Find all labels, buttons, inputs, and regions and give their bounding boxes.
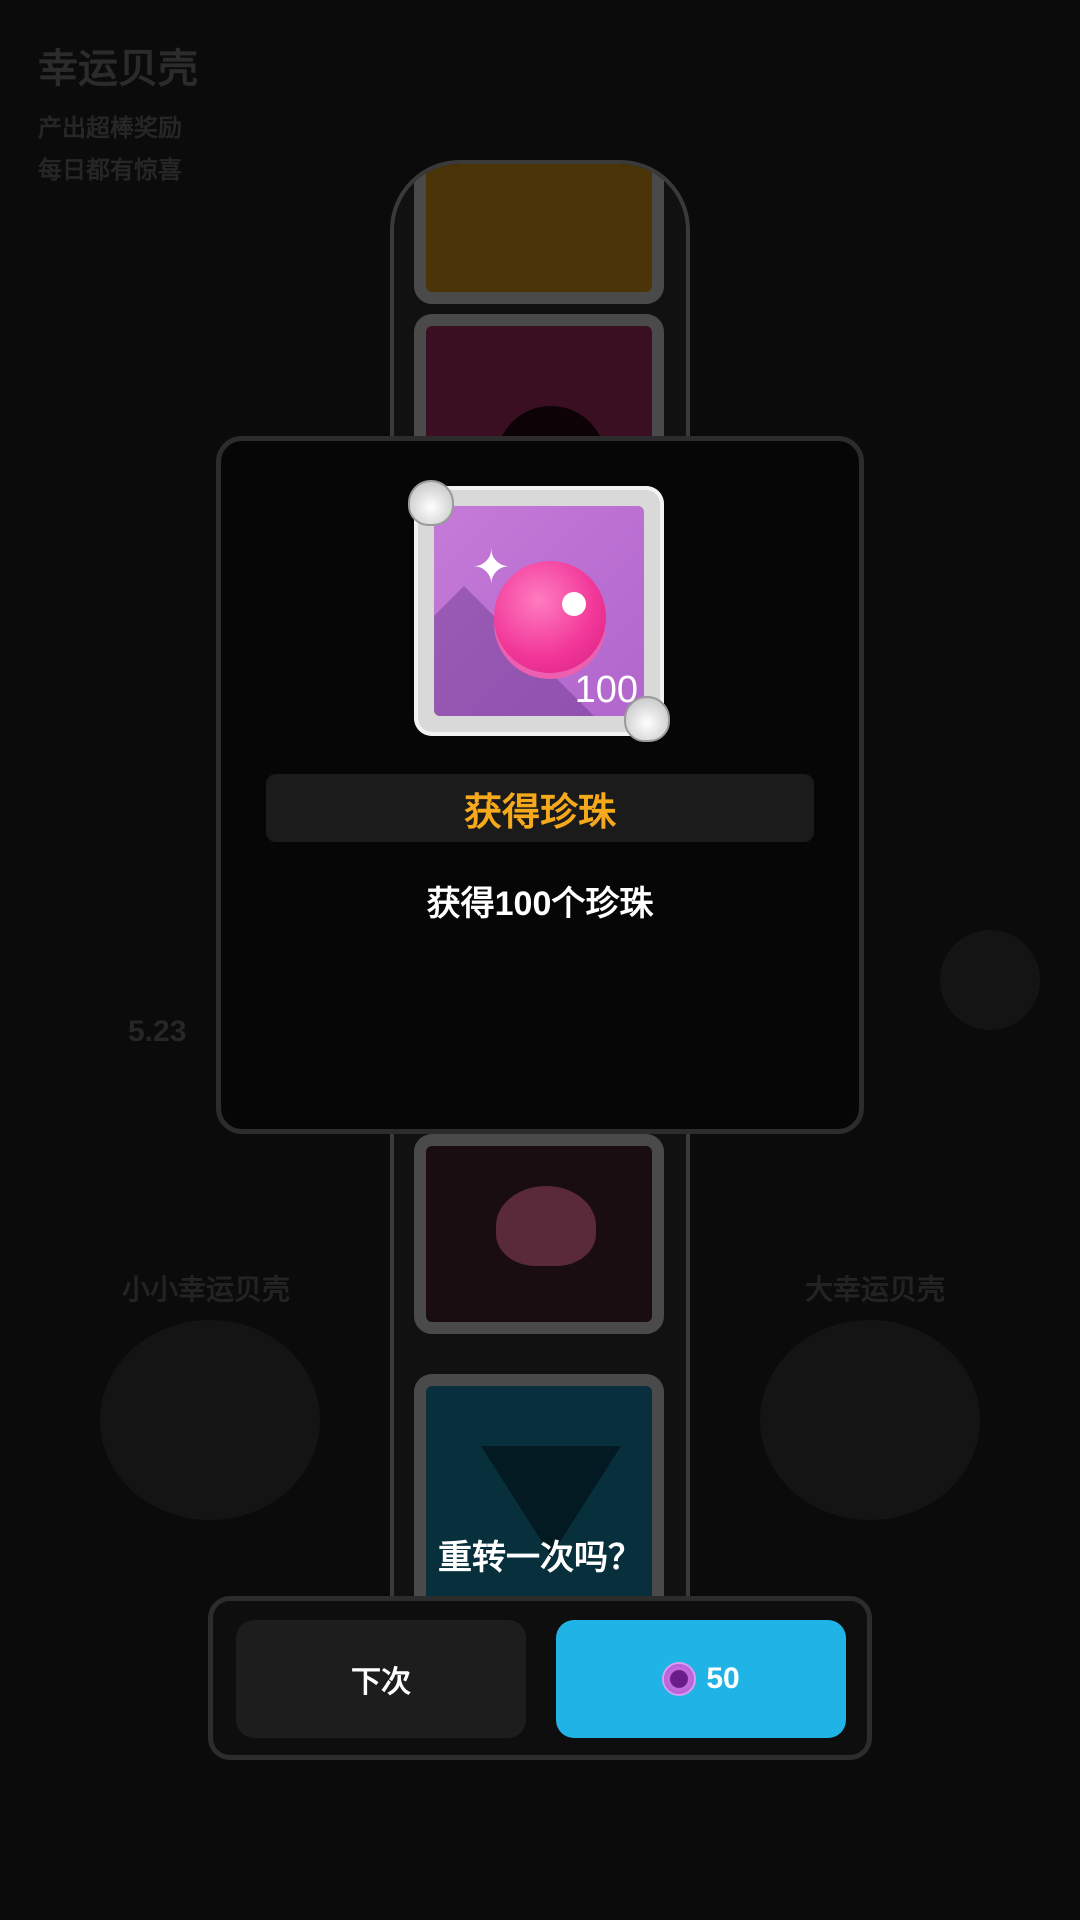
reward-description: 获得100个珍珠 (426, 885, 654, 923)
reward-item-tile: ✦ 100 (408, 480, 670, 742)
background-title: 幸运贝壳 (38, 47, 198, 91)
reward-title: 获得珍珠 (266, 774, 814, 842)
shell-corner-icon (408, 480, 454, 526)
next-time-button[interactable]: 下次 (236, 1620, 526, 1738)
reward-tile-background: ✦ 100 (434, 506, 644, 716)
background-shell-right (760, 1320, 980, 1520)
background-line-2: 每日都有惊喜 (38, 157, 182, 184)
shell-corner-icon (624, 696, 670, 742)
pearl-icon (494, 561, 606, 673)
background-shell-left (100, 1320, 320, 1520)
respin-button[interactable]: 50 (556, 1620, 846, 1738)
background-coin (940, 930, 1040, 1030)
reel-tile-octopus (414, 1134, 664, 1334)
background-right-label: 大幸运贝壳 (805, 1274, 946, 1305)
pearl-highlight (562, 592, 586, 616)
octopus-icon (496, 1186, 596, 1266)
respin-cost: 50 (706, 1662, 740, 1695)
background-value: 5.23 (128, 1015, 187, 1048)
pearl-coin-icon (662, 1662, 697, 1696)
reel-tile-gold (414, 164, 664, 304)
background-line-1: 产出超棒奖励 (38, 115, 182, 142)
next-time-label: 下次 (351, 1666, 411, 1699)
background-left-label: 小小幸运贝壳 (122, 1274, 291, 1305)
sparkle-icon: ✦ (472, 541, 511, 593)
respin-question: 重转一次吗？ (438, 1539, 642, 1577)
